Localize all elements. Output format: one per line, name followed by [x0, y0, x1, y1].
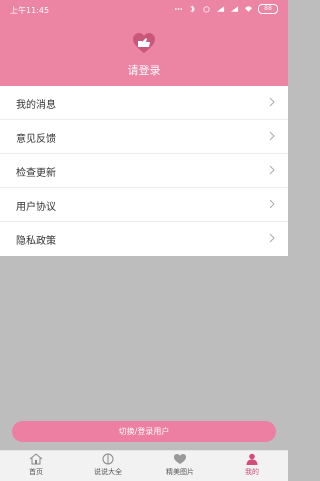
app-logo-icon[interactable]: [132, 32, 156, 54]
chevron-right-icon: [269, 165, 275, 175]
menu-item-user-agreement[interactable]: 用户协议: [0, 188, 288, 222]
battery-icon: 88: [258, 4, 278, 14]
menu-item-label: 意见反馈: [16, 134, 56, 145]
chevron-right-icon: [269, 131, 275, 141]
menu-item-privacy-policy[interactable]: 隐私政策: [0, 222, 288, 256]
status-icons: 88: [174, 4, 278, 14]
chevron-right-icon: [269, 233, 275, 243]
menu-item-check-update[interactable]: 检查更新: [0, 154, 288, 188]
menu-item-feedback[interactable]: 意见反馈: [0, 120, 288, 154]
switch-login-user-button[interactable]: 切换/登录用户: [12, 421, 276, 442]
heart-icon: [174, 454, 186, 464]
status-time: 上午11:45: [10, 6, 50, 15]
login-prompt[interactable]: 请登录: [0, 62, 288, 78]
profile-header: 请登录: [0, 20, 288, 86]
menu-item-label: 我的消息: [16, 100, 56, 111]
menu-item-messages[interactable]: 我的消息: [0, 86, 288, 120]
tab-quotes[interactable]: 说说大全: [72, 453, 144, 477]
bottom-tab-bar: 首页 说说大全 精美图片 我的: [0, 450, 288, 481]
tab-label: 说说大全: [94, 468, 122, 476]
signal-icon-2: [230, 6, 239, 12]
status-bar: 上午11:45 88: [0, 0, 288, 20]
tab-label: 精美图片: [166, 468, 194, 476]
dots-icon: [174, 8, 183, 10]
home-icon: [29, 453, 43, 465]
alarm-icon: [203, 6, 210, 13]
settings-menu: 我的消息 意见反馈 检查更新 用户协议 隐私政策: [0, 86, 288, 256]
tab-home[interactable]: 首页: [0, 453, 72, 477]
chevron-right-icon: [269, 97, 275, 107]
chevron-right-icon: [269, 199, 275, 209]
menu-item-label: 用户协议: [16, 202, 56, 213]
tab-label: 我的: [245, 468, 259, 476]
bluetooth-off-icon: [190, 5, 195, 13]
menu-item-label: 检查更新: [16, 168, 56, 179]
wifi-icon: [244, 6, 253, 12]
user-icon: [246, 453, 258, 465]
tab-images[interactable]: 精美图片: [144, 453, 216, 477]
tab-mine[interactable]: 我的: [216, 453, 288, 477]
tab-label: 首页: [29, 468, 43, 476]
signal-icon: [216, 6, 225, 12]
brain-icon: [102, 453, 114, 465]
menu-item-label: 隐私政策: [16, 236, 56, 247]
